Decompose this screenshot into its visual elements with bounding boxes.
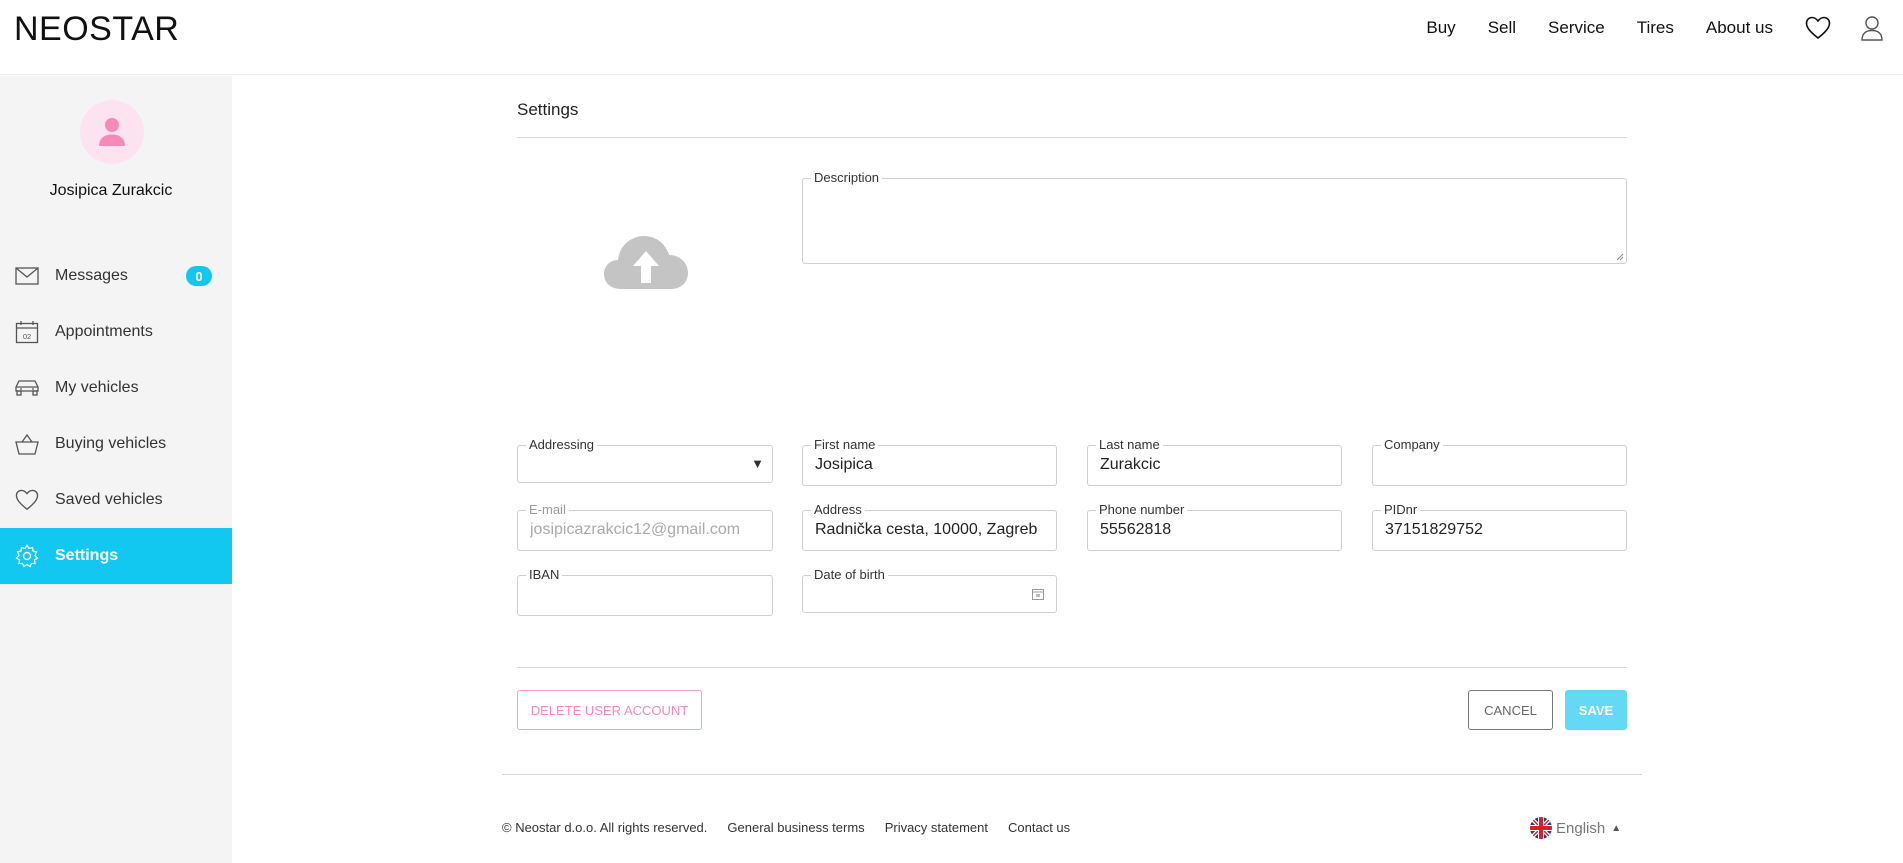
sidebar: Josipica Zurakcic Messages 0 02 Appointm… <box>0 76 232 863</box>
heart-icon <box>14 487 40 513</box>
sidebar-menu: Messages 0 02 Appointments My vehicles B… <box>0 248 232 584</box>
form-divider <box>517 667 1627 668</box>
sidebar-item-label: Appointments <box>55 323 153 340</box>
footer-link-contact[interactable]: Contact us <box>1008 820 1070 835</box>
footer-link-business-terms[interactable]: General business terms <box>727 820 864 835</box>
sidebar-item-messages[interactable]: Messages 0 <box>0 248 232 304</box>
heart-icon[interactable] <box>1805 15 1831 41</box>
pidnr-label: PIDnr <box>1381 502 1421 518</box>
iban-field[interactable]: IBAN <box>517 567 773 616</box>
sidebar-item-label: Buying vehicles <box>55 435 167 452</box>
delete-account-button[interactable]: DELETE USER ACCOUNT <box>517 690 702 730</box>
envelope-icon <box>14 263 40 289</box>
last-name-field[interactable]: Last name Zurakcic <box>1087 437 1342 486</box>
nav-about-us[interactable]: About us <box>1706 18 1773 38</box>
footer-link-privacy[interactable]: Privacy statement <box>885 820 988 835</box>
email-field: E-mail josipicazrakcic12@gmail.com <box>517 502 773 551</box>
messages-count-badge: 0 <box>186 266 212 286</box>
description-textarea[interactable]: Description <box>802 170 1627 264</box>
uk-flag-icon <box>1530 817 1552 839</box>
top-header: NEOSTAR Buy Sell Service Tires About us <box>0 0 1903 75</box>
main-nav: Buy Sell Service Tires About us <box>1426 0 1903 56</box>
addressing-label: Addressing <box>526 437 598 453</box>
nav-service[interactable]: Service <box>1548 18 1605 38</box>
page-title: Settings <box>517 100 579 119</box>
sidebar-item-label: Messages <box>55 267 128 284</box>
person-icon <box>99 118 125 146</box>
language-selector[interactable]: English ▲ <box>1530 817 1621 839</box>
cloud-upload-icon[interactable] <box>603 231 689 291</box>
address-label: Address <box>811 502 865 518</box>
last-name-value: Zurakcic <box>1100 456 1161 473</box>
user-icon[interactable] <box>1859 15 1885 41</box>
calendar-icon: 02 <box>14 319 40 345</box>
company-field[interactable]: Company <box>1372 437 1627 486</box>
calendar-picker-icon[interactable] <box>1032 588 1044 600</box>
first-name-label: First name <box>811 437 879 453</box>
avatar[interactable] <box>80 100 144 164</box>
caret-up-icon: ▲ <box>1611 822 1622 834</box>
last-name-label: Last name <box>1096 437 1163 453</box>
neostar-logo[interactable]: NEOSTAR <box>14 10 179 49</box>
date-of-birth-label: Date of birth <box>811 567 888 583</box>
title-divider <box>517 137 1627 138</box>
phone-number-label: Phone number <box>1096 502 1188 518</box>
basket-icon <box>14 431 40 457</box>
car-icon <box>14 375 40 401</box>
footer-divider <box>502 774 1642 775</box>
email-label: E-mail <box>526 502 569 518</box>
sidebar-item-label: Saved vehicles <box>55 491 163 508</box>
resize-handle-icon[interactable] <box>1616 253 1624 261</box>
description-label: Description <box>811 170 883 186</box>
first-name-value: Josipica <box>815 456 873 473</box>
sidebar-item-label: My vehicles <box>55 379 139 396</box>
language-label: English <box>1556 819 1606 837</box>
addressing-select[interactable]: Addressing ▼ <box>517 437 773 483</box>
save-button[interactable]: SAVE <box>1565 690 1627 730</box>
sidebar-item-label: Settings <box>55 547 119 564</box>
sidebar-item-saved-vehicles[interactable]: Saved vehicles <box>0 472 232 528</box>
nav-sell[interactable]: Sell <box>1488 18 1516 38</box>
phone-number-value: 55562818 <box>1100 521 1172 538</box>
nav-tires[interactable]: Tires <box>1637 18 1674 38</box>
cancel-button[interactable]: CANCEL <box>1468 690 1553 730</box>
gear-icon <box>14 543 40 569</box>
pidnr-value: 37151829752 <box>1385 521 1483 538</box>
address-value: Radnička cesta, 10000, Zagreb <box>815 521 1038 538</box>
nav-buy[interactable]: Buy <box>1426 18 1455 38</box>
sidebar-item-my-vehicles[interactable]: My vehicles <box>0 360 232 416</box>
sidebar-item-settings[interactable]: Settings <box>0 528 232 584</box>
calendar-day-text: 02 <box>23 332 31 341</box>
footer: © Neostar d.o.o. All rights reserved. Ge… <box>502 820 1090 835</box>
iban-label: IBAN <box>526 567 563 583</box>
email-value: josipicazrakcic12@gmail.com <box>530 521 741 538</box>
company-label: Company <box>1381 437 1443 453</box>
sidebar-item-buying-vehicles[interactable]: Buying vehicles <box>0 416 232 472</box>
address-field[interactable]: Address Radnička cesta, 10000, Zagreb <box>802 502 1057 551</box>
first-name-field[interactable]: First name Josipica <box>802 437 1057 486</box>
date-of-birth-field[interactable]: Date of birth <box>802 567 1057 613</box>
dropdown-arrow-icon[interactable]: ▼ <box>751 456 764 471</box>
user-name: Josipica Zurakcic <box>49 182 173 199</box>
copyright-text: © Neostar d.o.o. All rights reserved. <box>502 820 708 835</box>
sidebar-item-appointments[interactable]: 02 Appointments <box>0 304 232 360</box>
phone-number-field[interactable]: Phone number 55562818 <box>1087 502 1342 551</box>
pidnr-field[interactable]: PIDnr 37151829752 <box>1372 502 1627 551</box>
